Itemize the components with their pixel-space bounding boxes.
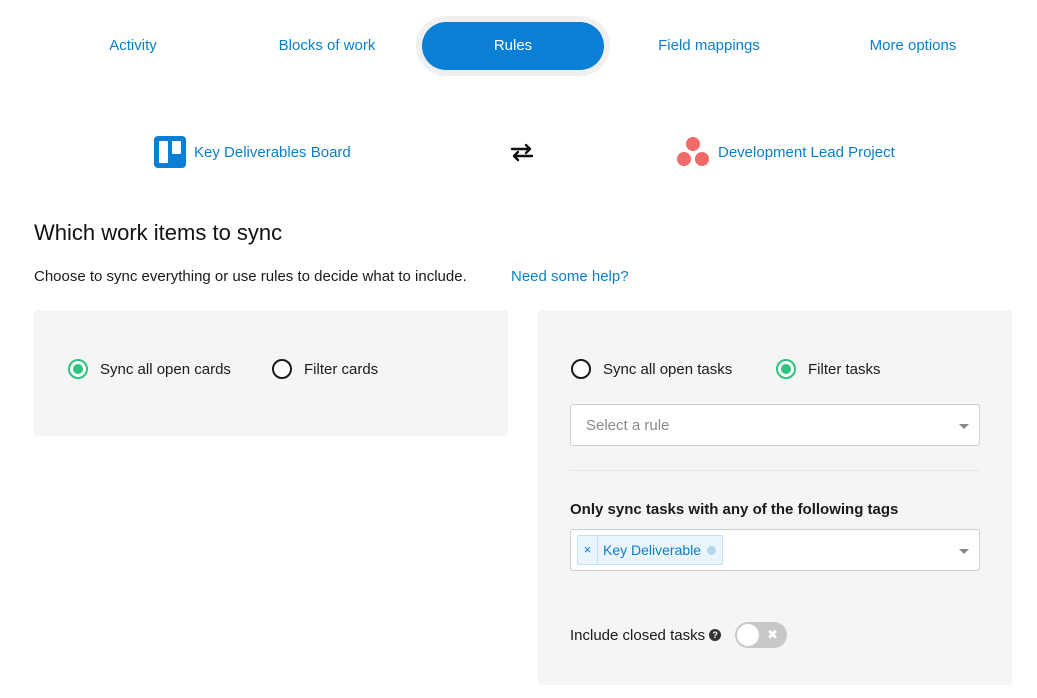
radio-filter-tasks[interactable]	[776, 359, 796, 379]
tab-blocks-of-work[interactable]: Blocks of work	[252, 22, 402, 70]
chevron-down-icon[interactable]	[959, 424, 969, 429]
section-description: Choose to sync everything or use rules t…	[34, 268, 467, 285]
target-project-name[interactable]: Development Lead Project	[718, 144, 895, 161]
filter-cards-label: Filter cards	[304, 360, 379, 378]
asana-icon	[676, 136, 710, 168]
filter-tasks-option[interactable]: Filter tasks	[776, 359, 881, 379]
sync-arrows-icon	[510, 143, 534, 162]
radio-sync-all-cards[interactable]	[68, 359, 88, 379]
sync-all-tasks-option[interactable]: Sync all open tasks	[571, 359, 732, 379]
toggle-off-icon: ✖	[767, 627, 779, 642]
target-project[interactable]: Development Lead Project	[676, 134, 895, 170]
sync-all-cards-label: Sync all open cards	[100, 360, 231, 378]
tab-bar: Activity Blocks of work Rules Field mapp…	[30, 22, 1010, 70]
tab-more-options[interactable]: More options	[838, 22, 988, 70]
radio-filter-cards[interactable]	[272, 359, 292, 379]
sync-all-cards-option[interactable]: Sync all open cards	[68, 359, 231, 379]
include-closed-label: Include closed tasks	[570, 626, 706, 644]
filter-tasks-label: Filter tasks	[808, 360, 881, 378]
divider	[570, 470, 980, 471]
question-circle-icon[interactable]: ?	[709, 629, 722, 641]
tags-filter-label: Only sync tasks with any of the followin…	[570, 501, 899, 518]
tab-field-mappings[interactable]: Field mappings	[634, 22, 784, 70]
sync-all-tasks-label: Sync all open tasks	[603, 360, 733, 378]
radio-sync-all-tasks[interactable]	[571, 359, 591, 379]
tag-chip: × Key Deliverable	[577, 535, 724, 565]
source-board[interactable]: Key Deliverables Board	[154, 134, 351, 170]
section-title: Which work items to sync	[34, 220, 283, 245]
chevron-down-icon[interactable]	[959, 549, 969, 554]
tags-select[interactable]: × Key Deliverable	[570, 529, 980, 571]
include-closed-toggle[interactable]: ✖	[735, 622, 788, 648]
rule-select[interactable]: Select a rule	[570, 404, 980, 446]
source-board-name[interactable]: Key Deliverables Board	[194, 144, 351, 161]
remove-tag-icon[interactable]: ×	[578, 536, 598, 564]
tag-label: Key Deliverable	[603, 542, 702, 558]
cards-sync-panel: Sync all open cards Filter cards	[34, 310, 508, 436]
integration-header: Key Deliverables Board Development Lead …	[0, 134, 1037, 170]
filter-cards-option[interactable]: Filter cards	[272, 359, 378, 379]
toggle-knob	[737, 624, 760, 646]
tasks-sync-panel: Sync all open tasks Filter tasks Select …	[538, 310, 1012, 685]
tab-activity[interactable]: Activity	[58, 22, 208, 70]
trello-icon	[154, 136, 186, 168]
tab-rules[interactable]: Rules	[422, 22, 604, 70]
include-closed-row: Include closed tasks ? ✖	[570, 622, 788, 648]
help-link[interactable]: Need some help?	[511, 268, 629, 285]
tag-color-dot-icon	[707, 545, 717, 555]
rule-select-placeholder: Select a rule	[586, 417, 670, 434]
